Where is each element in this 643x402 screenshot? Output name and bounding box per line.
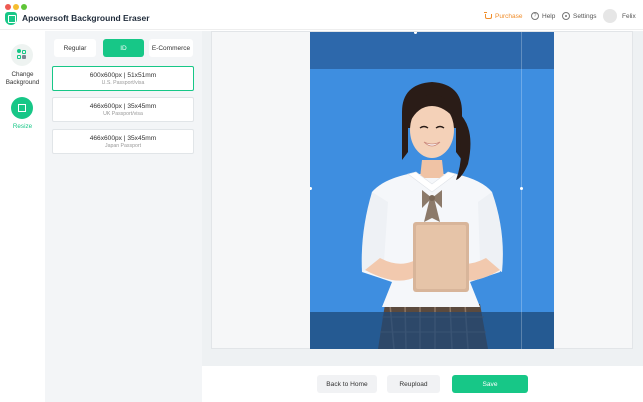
action-bar: Back to Home Reupload Save bbox=[202, 366, 643, 402]
help-link[interactable]: ? Help bbox=[531, 10, 555, 22]
size-name: UK Passport/visa bbox=[103, 111, 143, 117]
help-icon: ? bbox=[531, 12, 539, 20]
reupload-button[interactable]: Reupload bbox=[387, 375, 440, 393]
size-dimensions: 466x600px | 35x45mm bbox=[89, 135, 157, 142]
portrait-illustration bbox=[361, 82, 503, 349]
preview-area bbox=[202, 31, 643, 371]
sidebar-item-label: Change Background bbox=[5, 71, 40, 86]
size-dimensions: 600x600px | 51x51mm bbox=[89, 72, 157, 79]
purchase-label: Purchase bbox=[495, 12, 523, 20]
back-to-home-button[interactable]: Back to Home bbox=[317, 375, 377, 393]
maximize-window-button[interactable] bbox=[21, 4, 27, 10]
tab-id[interactable]: ID bbox=[103, 39, 144, 57]
crop-mask-bottom bbox=[310, 312, 554, 349]
preview-canvas bbox=[211, 31, 633, 349]
portrait-photo[interactable] bbox=[310, 32, 554, 349]
crop-guide-line bbox=[521, 32, 522, 349]
purchase-link[interactable]: Purchase bbox=[484, 10, 523, 22]
app-logo-icon bbox=[5, 12, 17, 25]
save-button[interactable]: Save bbox=[452, 375, 528, 393]
size-name: U.S. Passport/visa bbox=[101, 80, 145, 86]
tab-regular[interactable]: Regular bbox=[54, 39, 96, 57]
size-option-uk-passport[interactable]: 466x600px | 35x45mm UK Passport/visa bbox=[52, 97, 194, 122]
sidebar-item-change-background[interactable] bbox=[11, 44, 33, 66]
sidebar-item-label: Resize bbox=[12, 123, 33, 130]
tab-e-commerce[interactable]: E-Commerce bbox=[149, 39, 193, 57]
gear-icon bbox=[562, 12, 570, 20]
app-title: Apowersoft Background Eraser bbox=[22, 13, 150, 23]
size-name: Japan Passport bbox=[104, 143, 142, 149]
resize-icon bbox=[18, 104, 26, 112]
size-dimensions: 466x600px | 35x45mm bbox=[89, 103, 157, 110]
settings-link[interactable]: Settings bbox=[562, 10, 597, 22]
crop-handle[interactable] bbox=[520, 187, 523, 190]
close-window-button[interactable] bbox=[5, 4, 11, 10]
settings-label: Settings bbox=[573, 12, 597, 20]
crop-mask-top bbox=[310, 32, 554, 69]
change-background-icon bbox=[17, 49, 27, 60]
cart-icon bbox=[484, 12, 492, 19]
size-panel: Regular ID E-Commerce 600x600px | 51x51m… bbox=[45, 31, 202, 402]
user-name: Felix bbox=[622, 12, 636, 20]
user-menu[interactable]: Felix bbox=[603, 9, 636, 23]
help-label: Help bbox=[542, 12, 556, 20]
minimize-window-button[interactable] bbox=[13, 4, 19, 10]
title-bar: Apowersoft Background Eraser Purchase ? … bbox=[0, 0, 643, 30]
size-option-japan-passport[interactable]: 466x600px | 35x45mm Japan Passport bbox=[52, 129, 194, 154]
sidebar: Change Background Resize bbox=[0, 31, 45, 402]
sidebar-item-resize[interactable] bbox=[11, 97, 33, 119]
size-option-us-passport[interactable]: 600x600px | 51x51mm U.S. Passport/visa bbox=[52, 66, 194, 91]
avatar bbox=[603, 9, 617, 23]
